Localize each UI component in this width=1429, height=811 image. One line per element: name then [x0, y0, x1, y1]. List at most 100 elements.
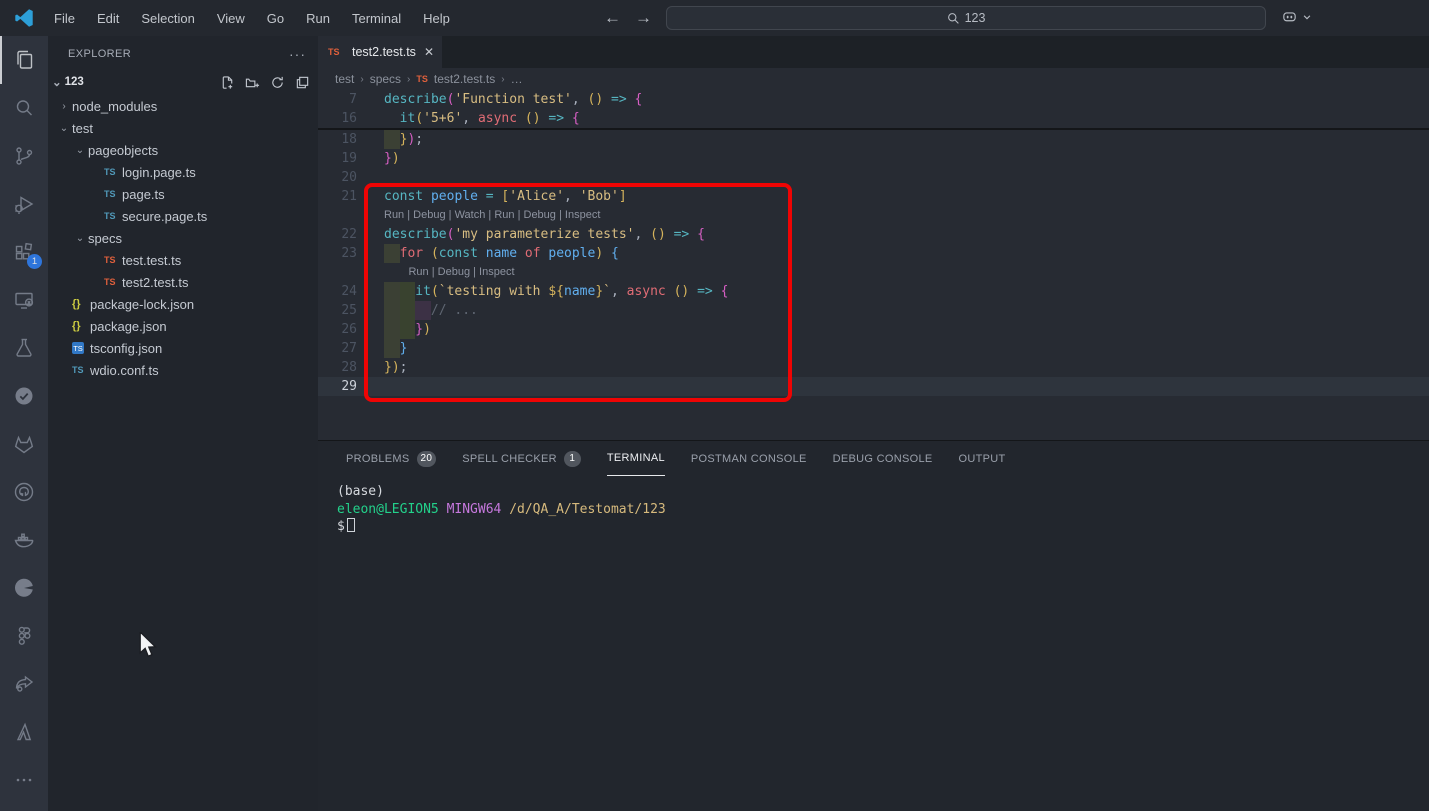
- line-number[interactable]: 7: [318, 90, 357, 109]
- explorer-more-icon[interactable]: ···: [289, 46, 306, 62]
- activity-testing[interactable]: [0, 324, 48, 372]
- tab-test2-test-ts[interactable]: TS test2.test.ts ✕: [318, 36, 442, 68]
- menu-file[interactable]: File: [45, 7, 84, 30]
- command-center-search[interactable]: 123: [666, 6, 1266, 30]
- codelens-link-run[interactable]: Run: [384, 209, 404, 221]
- line-number[interactable]: 21: [318, 187, 357, 206]
- line-number[interactable]: 23: [318, 244, 357, 263]
- breadcrumb-item[interactable]: specs: [370, 72, 401, 86]
- breadcrumb-item[interactable]: …: [511, 72, 523, 86]
- tree-item-wdio-conf-ts[interactable]: TSwdio.conf.ts: [48, 359, 318, 381]
- panel-tab-debug-console[interactable]: DEBUG CONSOLE: [833, 441, 933, 476]
- new-folder-icon[interactable]: [245, 75, 260, 90]
- codelens-link-debug[interactable]: Debug: [524, 209, 556, 221]
- panel-tab-postman-console[interactable]: POSTMAN CONSOLE: [691, 441, 807, 476]
- code-line-16[interactable]: 16 it('5+6', async () => {: [318, 109, 1429, 128]
- code-line-26[interactable]: 26}): [318, 320, 1429, 339]
- codelens-link-debug[interactable]: Debug: [413, 209, 445, 221]
- nav-back-icon[interactable]: ←: [604, 8, 621, 28]
- code-line-23[interactable]: 23for (const name of people) {: [318, 244, 1429, 263]
- code-line-19[interactable]: 19}): [318, 149, 1429, 168]
- line-number[interactable]: 16: [318, 109, 357, 128]
- breadcrumb-item[interactable]: test2.test.ts: [434, 72, 495, 86]
- tree-item-secure-page-ts[interactable]: TSsecure.page.ts: [48, 205, 318, 227]
- breadcrumb-item[interactable]: test: [335, 72, 354, 86]
- code-line-24[interactable]: 24it(`testing with ${name}`, async () =>…: [318, 282, 1429, 301]
- activity-remote-explorer[interactable]: [0, 276, 48, 324]
- activity-additional-views[interactable]: [0, 756, 48, 804]
- activity-figma[interactable]: [0, 612, 48, 660]
- codelens-link-watch[interactable]: Watch: [455, 209, 486, 221]
- codelens-link-run[interactable]: Run: [494, 209, 514, 221]
- line-number[interactable]: 28: [318, 358, 357, 377]
- line-number[interactable]: 20: [318, 168, 357, 187]
- breadcrumb-separator: ›: [360, 74, 363, 85]
- terminal[interactable]: (base) eleon@LEGION5 MINGW64 /d/QA_A/Tes…: [318, 476, 1429, 536]
- menu-terminal[interactable]: Terminal: [343, 7, 410, 30]
- code-line-18[interactable]: 18});: [318, 130, 1429, 149]
- panel-tab-spell-checker[interactable]: SPELL CHECKER1: [462, 441, 581, 476]
- codelens-link-debug[interactable]: Debug: [438, 266, 470, 278]
- menu-selection[interactable]: Selection: [132, 7, 203, 30]
- activity-source-control[interactable]: [0, 132, 48, 180]
- activity-extensions[interactable]: 1: [0, 228, 48, 276]
- close-icon[interactable]: ✕: [424, 45, 434, 59]
- tree-item-node-modules[interactable]: ›node_modules: [48, 95, 318, 117]
- code-line-28[interactable]: 28});: [318, 358, 1429, 377]
- menu-edit[interactable]: Edit: [88, 7, 128, 30]
- new-file-icon[interactable]: [220, 75, 235, 90]
- activity-gitlab-workflow[interactable]: [0, 420, 48, 468]
- tree-item-pageobjects[interactable]: ⌄pageobjects: [48, 139, 318, 161]
- tree-item-package-json[interactable]: {}package.json: [48, 315, 318, 337]
- code-line-21[interactable]: 21const people = ['Alice', 'Bob']: [318, 187, 1429, 206]
- line-number[interactable]: 18: [318, 130, 357, 149]
- tree-item-test2-test-ts[interactable]: TStest2.test.ts: [48, 271, 318, 293]
- codelens-link-inspect[interactable]: Inspect: [479, 266, 514, 278]
- tree-item-package-lock-json[interactable]: {}package-lock.json: [48, 293, 318, 315]
- panel-tab-output[interactable]: OUTPUT: [959, 441, 1006, 476]
- activity-github[interactable]: [0, 468, 48, 516]
- code-editor[interactable]: 7describe('Function test', () => {16 it(…: [318, 90, 1429, 440]
- menu-view[interactable]: View: [208, 7, 254, 30]
- line-number[interactable]: 22: [318, 225, 357, 244]
- activity-run-and-debug[interactable]: [0, 180, 48, 228]
- code-line-7[interactable]: 7describe('Function test', () => {: [318, 90, 1429, 109]
- menu-go[interactable]: Go: [258, 7, 293, 30]
- terminal-input-line[interactable]: $: [337, 518, 1429, 536]
- code-line-22[interactable]: 22describe('my parameterize tests', () =…: [318, 225, 1429, 244]
- panel-tab-terminal[interactable]: TERMINAL: [607, 441, 665, 476]
- copilot-menu[interactable]: [1281, 8, 1312, 25]
- activity-tasks-check[interactable]: [0, 372, 48, 420]
- line-number[interactable]: 25: [318, 301, 357, 320]
- activity-docker[interactable]: [0, 516, 48, 564]
- activity-explorer[interactable]: [0, 36, 48, 84]
- line-number[interactable]: 27: [318, 339, 357, 358]
- line-number[interactable]: 19: [318, 149, 357, 168]
- tree-item-tsconfig-json[interactable]: TStsconfig.json: [48, 337, 318, 359]
- tree-item-login-page-ts[interactable]: TSlogin.page.ts: [48, 161, 318, 183]
- tree-item-page-ts[interactable]: TSpage.ts: [48, 183, 318, 205]
- refresh-icon[interactable]: [270, 75, 285, 90]
- code-line-20[interactable]: 20: [318, 168, 1429, 187]
- activity-azure[interactable]: [0, 708, 48, 756]
- activity-publish[interactable]: [0, 660, 48, 708]
- codelens-link-inspect[interactable]: Inspect: [565, 209, 600, 221]
- activity-search[interactable]: [0, 84, 48, 132]
- menu-help[interactable]: Help: [414, 7, 459, 30]
- menu-run[interactable]: Run: [297, 7, 339, 30]
- nav-forward-icon[interactable]: →: [635, 8, 652, 28]
- line-number[interactable]: 26: [318, 320, 357, 339]
- codelens-link-run[interactable]: Run: [408, 266, 428, 278]
- activity-code-tools[interactable]: [0, 564, 48, 612]
- code-line-29[interactable]: 29: [318, 377, 1429, 396]
- panel-tab-problems[interactable]: PROBLEMS20: [346, 441, 436, 476]
- code-line-27[interactable]: 27}: [318, 339, 1429, 358]
- line-number[interactable]: 24: [318, 282, 357, 301]
- code-line-25[interactable]: 25// ...: [318, 301, 1429, 320]
- line-number[interactable]: 29: [318, 377, 357, 396]
- tree-item-specs[interactable]: ⌄specs: [48, 227, 318, 249]
- collapse-all-icon[interactable]: [295, 75, 310, 90]
- tree-item-test[interactable]: ⌄test: [48, 117, 318, 139]
- tree-item-test-test-ts[interactable]: TStest.test.ts: [48, 249, 318, 271]
- workspace-section-header[interactable]: ⌄ 123: [48, 71, 318, 93]
